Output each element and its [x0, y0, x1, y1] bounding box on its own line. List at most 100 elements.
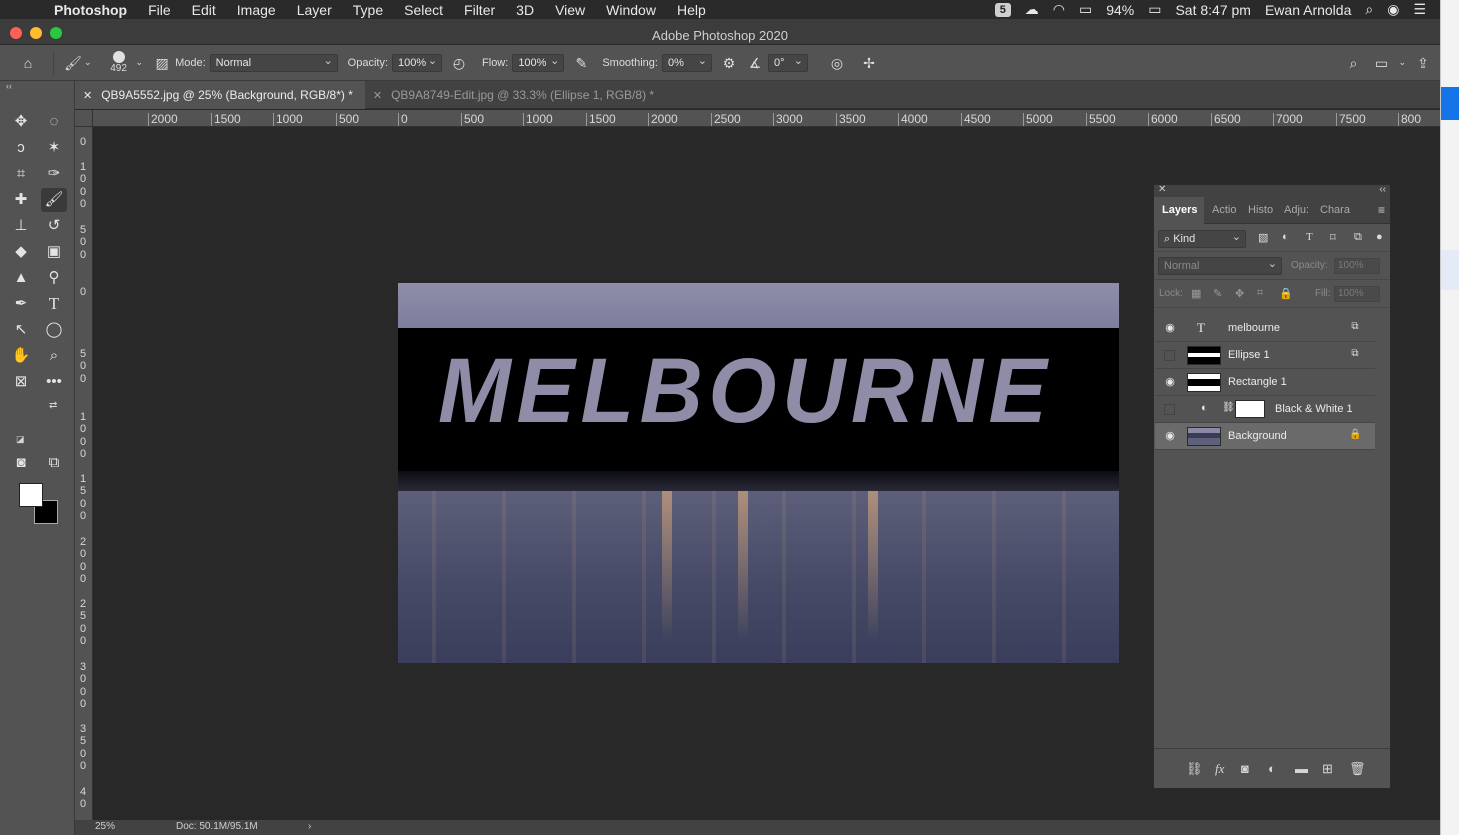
marquee-tool-icon[interactable]: ◌ [41, 110, 67, 134]
hand-tool-icon[interactable]: ✋ [8, 344, 34, 368]
link-layers-icon[interactable]: ⛓ [1186, 761, 1203, 777]
fill-input[interactable]: 100% [1334, 286, 1380, 302]
magic-wand-tool-icon[interactable]: ✶ [41, 136, 67, 160]
creative-cloud-icon[interactable]: ☁ [1025, 1, 1039, 18]
wifi-icon[interactable]: ◠ [1053, 1, 1065, 18]
path-selection-tool-icon[interactable]: ↖ [8, 318, 34, 342]
siri-icon[interactable]: ◉ [1387, 1, 1399, 18]
foreground-color-swatch[interactable] [19, 483, 43, 507]
tab-adjustments[interactable]: Adju: [1280, 204, 1316, 216]
menu-layer[interactable]: Layer [297, 2, 332, 18]
lock-transparent-icon[interactable]: ▦ [1191, 287, 1201, 300]
default-colors-icon[interactable]: ◪ [16, 434, 25, 445]
new-group-folder-icon[interactable]: ▬ [1295, 761, 1308, 776]
adjustment-filter-icon[interactable]: ◐ [1282, 231, 1289, 243]
opacity-dropdown[interactable]: 100% [392, 53, 443, 72]
horizontal-ruler[interactable]: 2000 1500 1000 500 0 500 1000 1500 2000 … [93, 110, 1440, 127]
spotlight-search-icon[interactable]: ⌕ [1365, 1, 1373, 18]
hidden-visibility-box[interactable] [1164, 404, 1175, 415]
layer-background[interactable]: ◉ Background 🔒 [1155, 423, 1375, 450]
chevron-down-icon[interactable]: ⌄ [84, 57, 92, 68]
airplay-icon[interactable]: ▭ [1079, 1, 1092, 18]
notification-center-icon[interactable]: ☰ [1413, 1, 1426, 18]
clock[interactable]: Sat 8:47 pm [1175, 2, 1251, 18]
zoom-level[interactable]: 25% [95, 821, 115, 832]
zoom-tool-icon[interactable]: ⌕ [41, 344, 67, 368]
menu-type[interactable]: Type [353, 2, 383, 18]
symmetry-icon[interactable]: ✢ [858, 52, 880, 74]
smoothing-dropdown[interactable]: 0% [661, 53, 712, 72]
layer-melbourne[interactable]: ◉ T melbourne ⧉ [1155, 315, 1375, 342]
tab-actions[interactable]: Actio [1208, 204, 1244, 216]
move-tool-icon[interactable]: ✥ [8, 110, 34, 134]
lock-position-icon[interactable]: ✥ [1235, 287, 1244, 300]
menu-filter[interactable]: Filter [464, 2, 495, 18]
brush-tool-preset-icon[interactable]: 🖌 [62, 52, 84, 74]
five-app-icon[interactable]: 5 [994, 2, 1011, 17]
brush-tool-icon[interactable]: 🖌 [41, 188, 67, 212]
close-icon[interactable]: ✕ [373, 89, 382, 102]
chain-link-icon[interactable]: ⛓ [1222, 402, 1235, 413]
layer-ellipse-1[interactable]: Ellipse 1 ⧉ [1155, 342, 1375, 369]
tab-document-1[interactable]: ✕ QB9A5552.jpg @ 25% (Background, RGB/8*… [75, 81, 365, 109]
gradient-tool-icon[interactable]: ▣ [41, 240, 67, 264]
eye-icon[interactable]: ◉ [1164, 322, 1176, 334]
chevron-down-icon[interactable]: ⌄ [1398, 57, 1406, 68]
menu-3d[interactable]: 3D [516, 2, 534, 18]
eyedropper-tool-icon[interactable]: ✑ [41, 162, 67, 186]
type-filter-icon[interactable]: T [1306, 231, 1313, 243]
menu-file[interactable]: File [148, 2, 171, 18]
shape-filter-icon[interactable]: ⌑ [1330, 231, 1336, 244]
pressure-opacity-icon[interactable]: ◴ [448, 52, 470, 74]
airbrush-icon[interactable]: ✎ [570, 52, 592, 74]
menu-select[interactable]: Select [404, 2, 443, 18]
ruler-origin[interactable] [75, 110, 93, 127]
layer-mask-thumbnail[interactable] [1235, 400, 1265, 418]
chevron-right-icon[interactable]: › [308, 821, 311, 832]
close-icon[interactable]: ✕ [83, 89, 92, 102]
blend-mode-dropdown[interactable]: Normal [1158, 257, 1282, 275]
chevron-down-icon[interactable]: ⌄ [136, 57, 144, 68]
gear-icon[interactable]: ⚙ [718, 52, 740, 74]
screen-mode-icon[interactable]: ⧉ [41, 451, 67, 475]
menu-app-name[interactable]: Photoshop [54, 2, 127, 18]
swap-colors-icon[interactable]: ⇄ [49, 400, 57, 411]
menu-window[interactable]: Window [606, 2, 656, 18]
clone-stamp-tool-icon[interactable]: ⊥ [8, 214, 34, 238]
hidden-visibility-box[interactable] [1164, 350, 1175, 361]
tab-character[interactable]: Chara [1316, 204, 1352, 216]
tab-history[interactable]: Histo [1244, 204, 1280, 216]
document-canvas[interactable]: MELBOURNE [398, 283, 1119, 663]
lock-image-icon[interactable]: ✎ [1213, 287, 1222, 300]
collapse-panel-icon[interactable]: ‹‹ [1379, 184, 1386, 195]
eye-icon[interactable]: ◉ [1164, 430, 1176, 442]
fx-icon[interactable]: fx [1215, 761, 1224, 777]
layer-black-white-1[interactable]: ◐ ⛓ Black & White 1 [1155, 396, 1375, 423]
workspace-icon[interactable]: ▭ [1370, 52, 1392, 74]
delete-layer-trash-icon[interactable]: 🗑 [1349, 761, 1366, 777]
panel-menu-icon[interactable]: ≡ [1378, 203, 1385, 217]
flow-dropdown[interactable]: 100% [512, 53, 565, 72]
angle-input[interactable]: 0° [767, 53, 808, 72]
eye-icon[interactable]: ◉ [1164, 376, 1176, 388]
ellipse-tool-icon[interactable]: ◯ [41, 318, 67, 342]
menu-edit[interactable]: Edit [192, 2, 216, 18]
battery-percent[interactable]: 94% [1106, 2, 1134, 18]
frame-tool-icon[interactable]: ⊠ [8, 370, 34, 394]
collapse-panel-icon[interactable]: ‹‹ [6, 81, 12, 91]
home-icon[interactable]: ⌂ [17, 52, 39, 74]
crop-tool-icon[interactable]: ⌗ [8, 162, 34, 186]
blur-tool-icon[interactable]: ▲ [8, 266, 34, 290]
share-icon[interactable]: ⇪ [1412, 52, 1434, 74]
quick-mask-icon[interactable]: ◙ [8, 451, 34, 475]
brush-size-picker[interactable]: 492 [106, 51, 132, 74]
brush-settings-panel-icon[interactable]: ▨ [151, 52, 173, 74]
lasso-tool-icon[interactable]: ↄ [8, 136, 34, 160]
dodge-tool-icon[interactable]: ⚲ [41, 266, 67, 290]
tab-document-2[interactable]: ✕ QB9A8749-Edit.jpg @ 33.3% (Ellipse 1, … [365, 81, 666, 109]
layer-opacity-input[interactable]: 100% [1334, 258, 1380, 274]
menu-image[interactable]: Image [237, 2, 276, 18]
smart-object-filter-icon[interactable]: ⧉ [1354, 231, 1362, 244]
user-name[interactable]: Ewan Arnolda [1265, 2, 1351, 18]
more-tools-icon[interactable]: ••• [41, 370, 67, 394]
